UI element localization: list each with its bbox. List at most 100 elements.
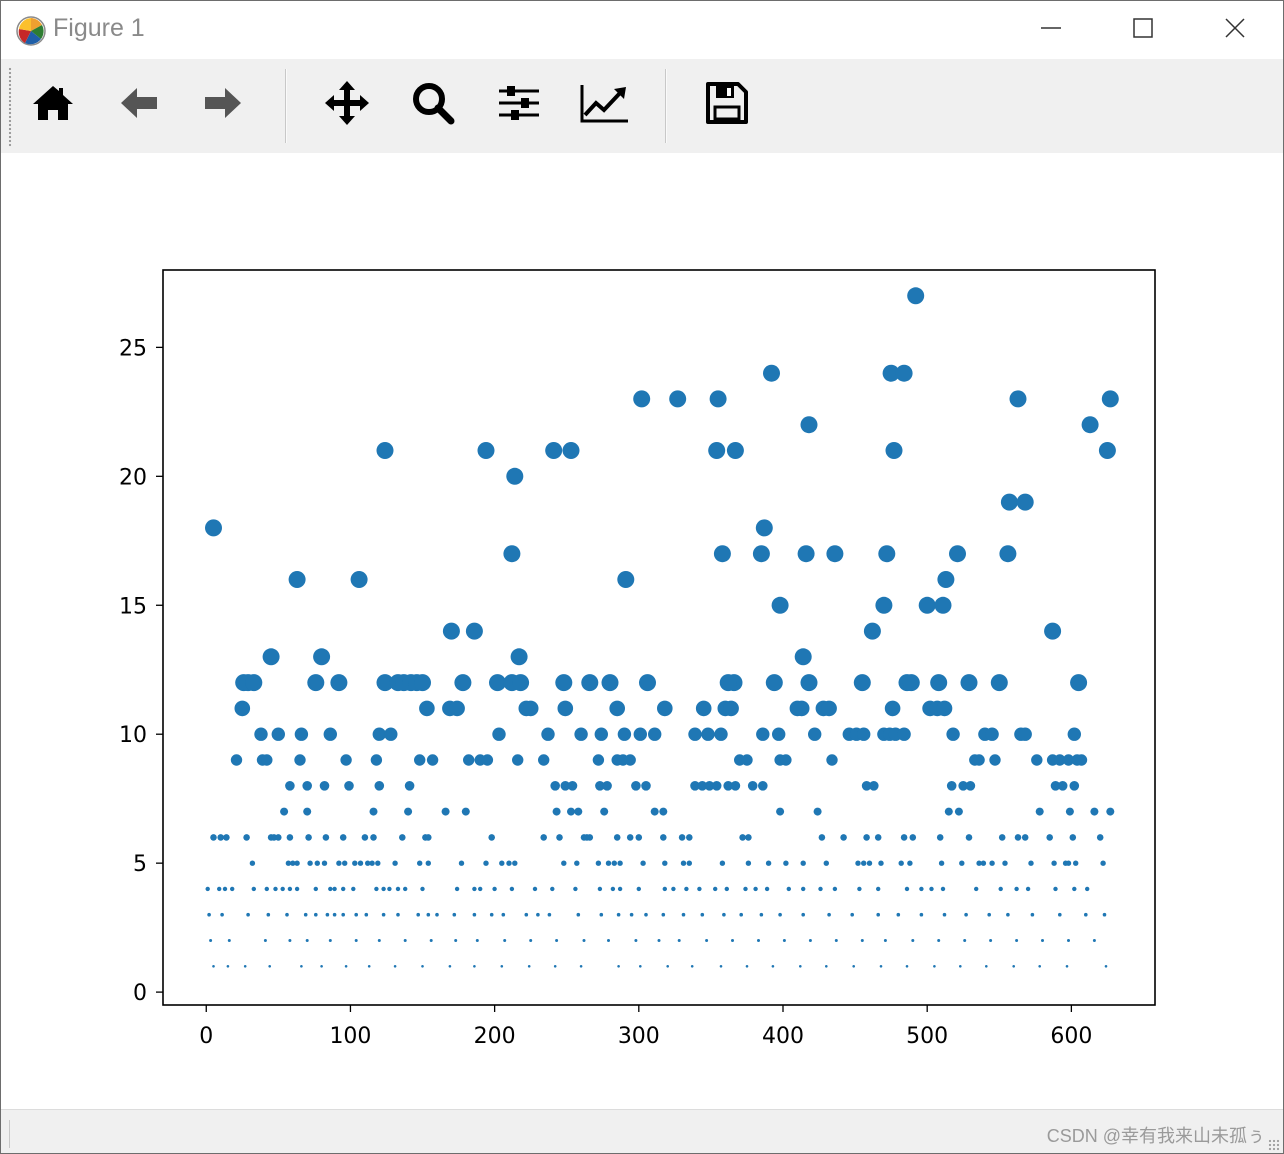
data-point xyxy=(344,965,348,968)
data-point xyxy=(705,939,709,942)
data-point xyxy=(230,754,243,766)
edit-axis-button[interactable] xyxy=(575,75,635,135)
data-point xyxy=(557,700,574,717)
data-point xyxy=(936,834,944,841)
data-point xyxy=(421,965,424,968)
data-point xyxy=(328,886,333,892)
data-point xyxy=(217,886,222,892)
data-point xyxy=(855,860,861,866)
close-button[interactable] xyxy=(1189,1,1281,59)
data-point xyxy=(866,860,873,866)
data-point xyxy=(936,700,953,717)
data-point xyxy=(205,886,210,892)
data-point xyxy=(552,807,561,816)
data-point xyxy=(294,886,300,892)
data-point xyxy=(657,939,661,942)
data-point xyxy=(374,886,379,892)
y-tick-label: 15 xyxy=(119,594,147,619)
data-point xyxy=(940,886,946,892)
data-point xyxy=(576,912,581,917)
data-point xyxy=(512,674,530,692)
save-button[interactable] xyxy=(697,75,757,135)
data-point xyxy=(285,912,289,917)
figure-canvas[interactable]: 0 100 200 300 400 500 600 0 5 10 15 20 25 xyxy=(1,153,1283,1109)
data-point xyxy=(399,834,406,841)
forward-button[interactable] xyxy=(193,75,253,135)
configure-subplots-button[interactable] xyxy=(489,75,549,135)
data-point xyxy=(369,807,378,816)
data-point xyxy=(607,939,610,942)
minimize-button[interactable] xyxy=(1005,1,1097,59)
data-point xyxy=(697,886,702,892)
data-point xyxy=(387,886,392,892)
data-point xyxy=(1028,860,1034,866)
scatter-plot[interactable]: 0 100 200 300 400 500 600 0 5 10 15 20 25 xyxy=(1,153,1283,1109)
data-point xyxy=(288,571,306,588)
data-point xyxy=(506,860,512,866)
data-point xyxy=(861,860,867,866)
data-point xyxy=(999,545,1017,563)
data-point xyxy=(426,754,439,766)
back-button[interactable] xyxy=(109,75,169,135)
data-point xyxy=(852,965,855,968)
data-point xyxy=(765,674,783,692)
data-point xyxy=(933,965,936,968)
x-tick-label: 300 xyxy=(618,1024,660,1049)
data-point xyxy=(719,860,726,866)
data-point xyxy=(701,727,715,741)
data-point xyxy=(210,834,217,841)
data-point xyxy=(874,834,882,841)
status-bar: CSDN @幸有我来山未孤ぅ xyxy=(1,1109,1283,1153)
maximize-button[interactable] xyxy=(1097,1,1189,59)
zoom-button[interactable] xyxy=(403,75,463,135)
data-point xyxy=(756,727,770,741)
data-point xyxy=(381,886,386,892)
data-point xyxy=(263,939,267,942)
data-point xyxy=(1030,912,1035,917)
plot-area xyxy=(163,270,1155,1005)
data-point xyxy=(669,390,687,408)
data-point xyxy=(782,939,786,942)
data-point xyxy=(344,781,354,791)
x-tick-label: 400 xyxy=(762,1024,804,1049)
title-bar[interactable]: Figure 1 xyxy=(1,1,1283,59)
data-point xyxy=(582,939,586,942)
data-point xyxy=(714,727,728,741)
data-point xyxy=(492,886,497,892)
data-point xyxy=(483,860,489,866)
data-point xyxy=(243,834,250,841)
data-point xyxy=(441,807,450,816)
data-point xyxy=(960,674,978,692)
data-point xyxy=(499,860,505,866)
data-point xyxy=(264,886,269,892)
data-point xyxy=(1098,442,1116,459)
data-point xyxy=(907,860,913,866)
arrow-right-icon xyxy=(201,83,245,127)
data-point xyxy=(417,860,423,866)
data-point xyxy=(209,939,213,942)
data-point xyxy=(763,364,780,382)
data-point xyxy=(393,965,397,968)
data-point xyxy=(254,727,268,741)
data-point xyxy=(503,939,507,942)
pan-button[interactable] xyxy=(317,75,377,135)
data-point xyxy=(919,886,924,892)
toolbar-grip[interactable] xyxy=(8,67,12,147)
data-point xyxy=(724,886,729,892)
data-point xyxy=(227,939,231,942)
data-point xyxy=(361,834,369,841)
data-point xyxy=(758,781,768,791)
data-point xyxy=(454,674,472,692)
data-point xyxy=(857,886,862,892)
data-point xyxy=(964,912,968,917)
data-point xyxy=(611,860,617,866)
data-point xyxy=(688,727,702,741)
data-point xyxy=(452,912,457,917)
data-point xyxy=(595,860,602,866)
resize-grip[interactable] xyxy=(1268,1139,1280,1151)
data-point xyxy=(592,754,605,766)
data-point xyxy=(321,860,328,866)
data-point xyxy=(639,965,642,968)
data-point xyxy=(262,648,280,666)
home-button[interactable] xyxy=(23,75,83,135)
